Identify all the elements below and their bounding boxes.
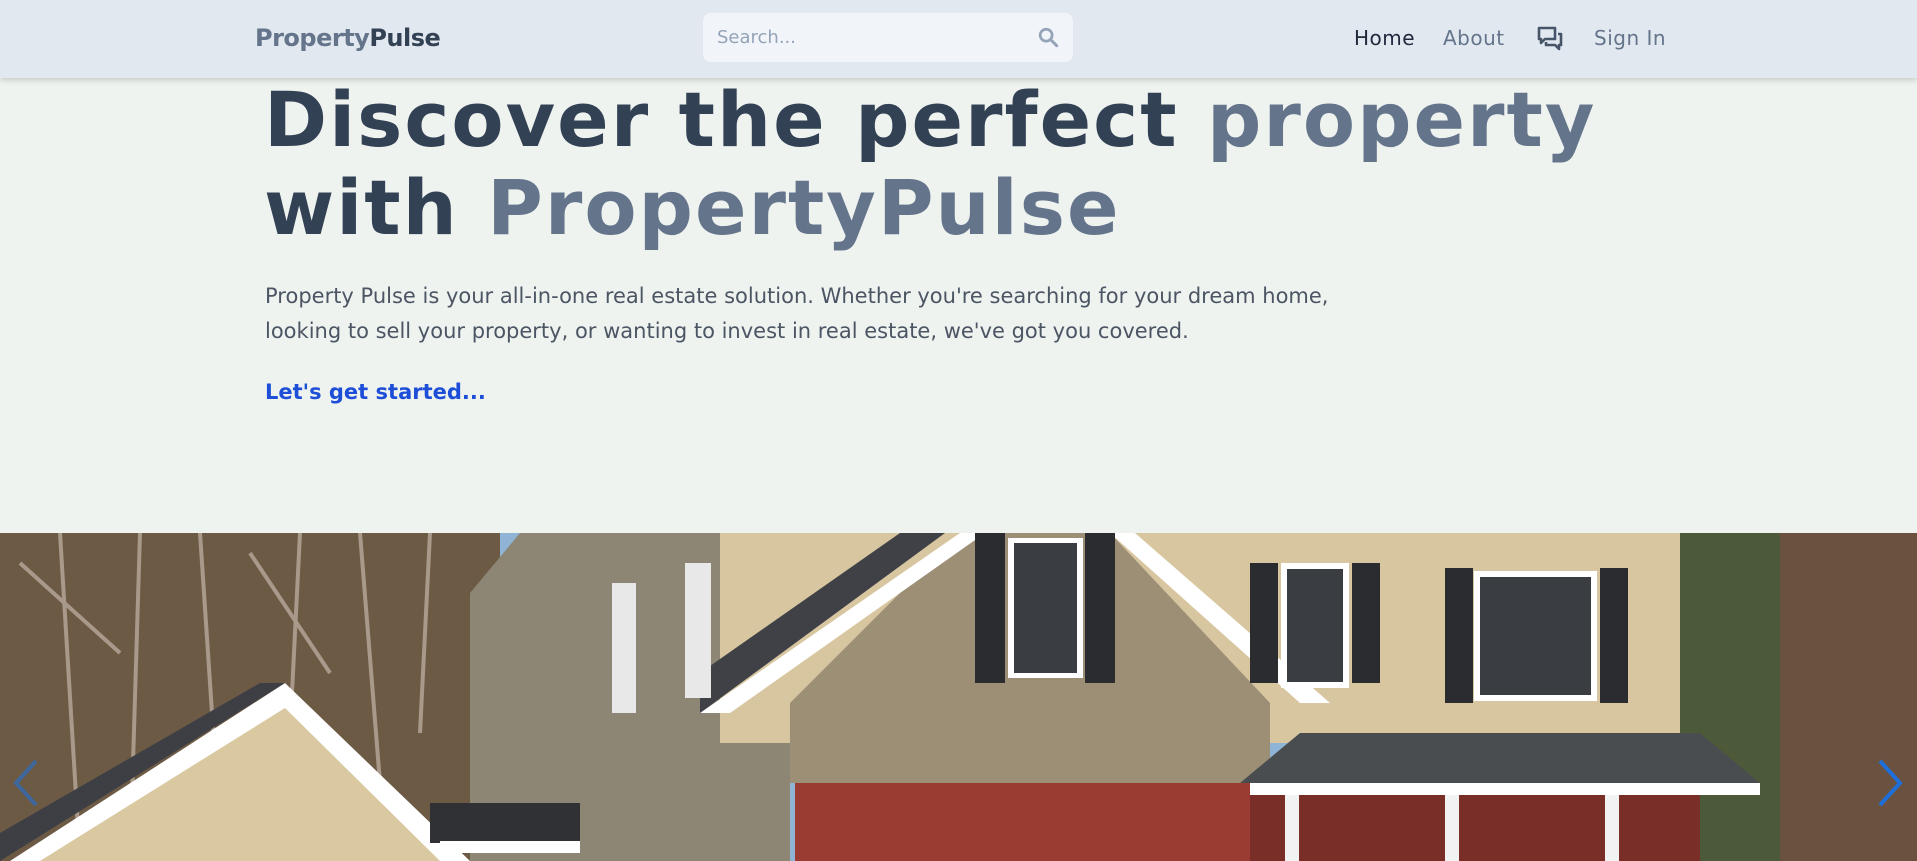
brand-logo[interactable]: PropertyPulse bbox=[255, 24, 441, 52]
property-carousel bbox=[0, 533, 1917, 861]
chat-icon[interactable] bbox=[1536, 25, 1564, 53]
hero-description: Property Pulse is your all-in-one real e… bbox=[265, 284, 1329, 343]
nav-about[interactable]: About bbox=[1443, 26, 1505, 50]
search-input[interactable] bbox=[717, 13, 1017, 62]
brand-part-2: Pulse bbox=[369, 24, 441, 52]
hero-title: Discover the perfect property with Prope… bbox=[264, 76, 1596, 252]
house-photo bbox=[0, 533, 1917, 861]
hero-title-part-3: with bbox=[264, 163, 488, 252]
get-started-link[interactable]: Let's get started... bbox=[265, 380, 486, 404]
chevron-right-icon[interactable] bbox=[1870, 753, 1910, 813]
hero-title-part-4: PropertyPulse bbox=[487, 163, 1121, 252]
search-box bbox=[703, 13, 1073, 62]
chevron-left-icon[interactable] bbox=[8, 753, 48, 813]
brand-part-1: Property bbox=[255, 24, 370, 52]
hero-title-part-1: Discover the perfect bbox=[264, 75, 1207, 164]
navbar: PropertyPulse Home About Sign In bbox=[0, 0, 1917, 78]
hero-title-part-2: property bbox=[1206, 75, 1597, 164]
nav-sign-in[interactable]: Sign In bbox=[1594, 26, 1666, 50]
nav-home[interactable]: Home bbox=[1354, 26, 1415, 50]
search-icon[interactable] bbox=[1037, 26, 1059, 48]
